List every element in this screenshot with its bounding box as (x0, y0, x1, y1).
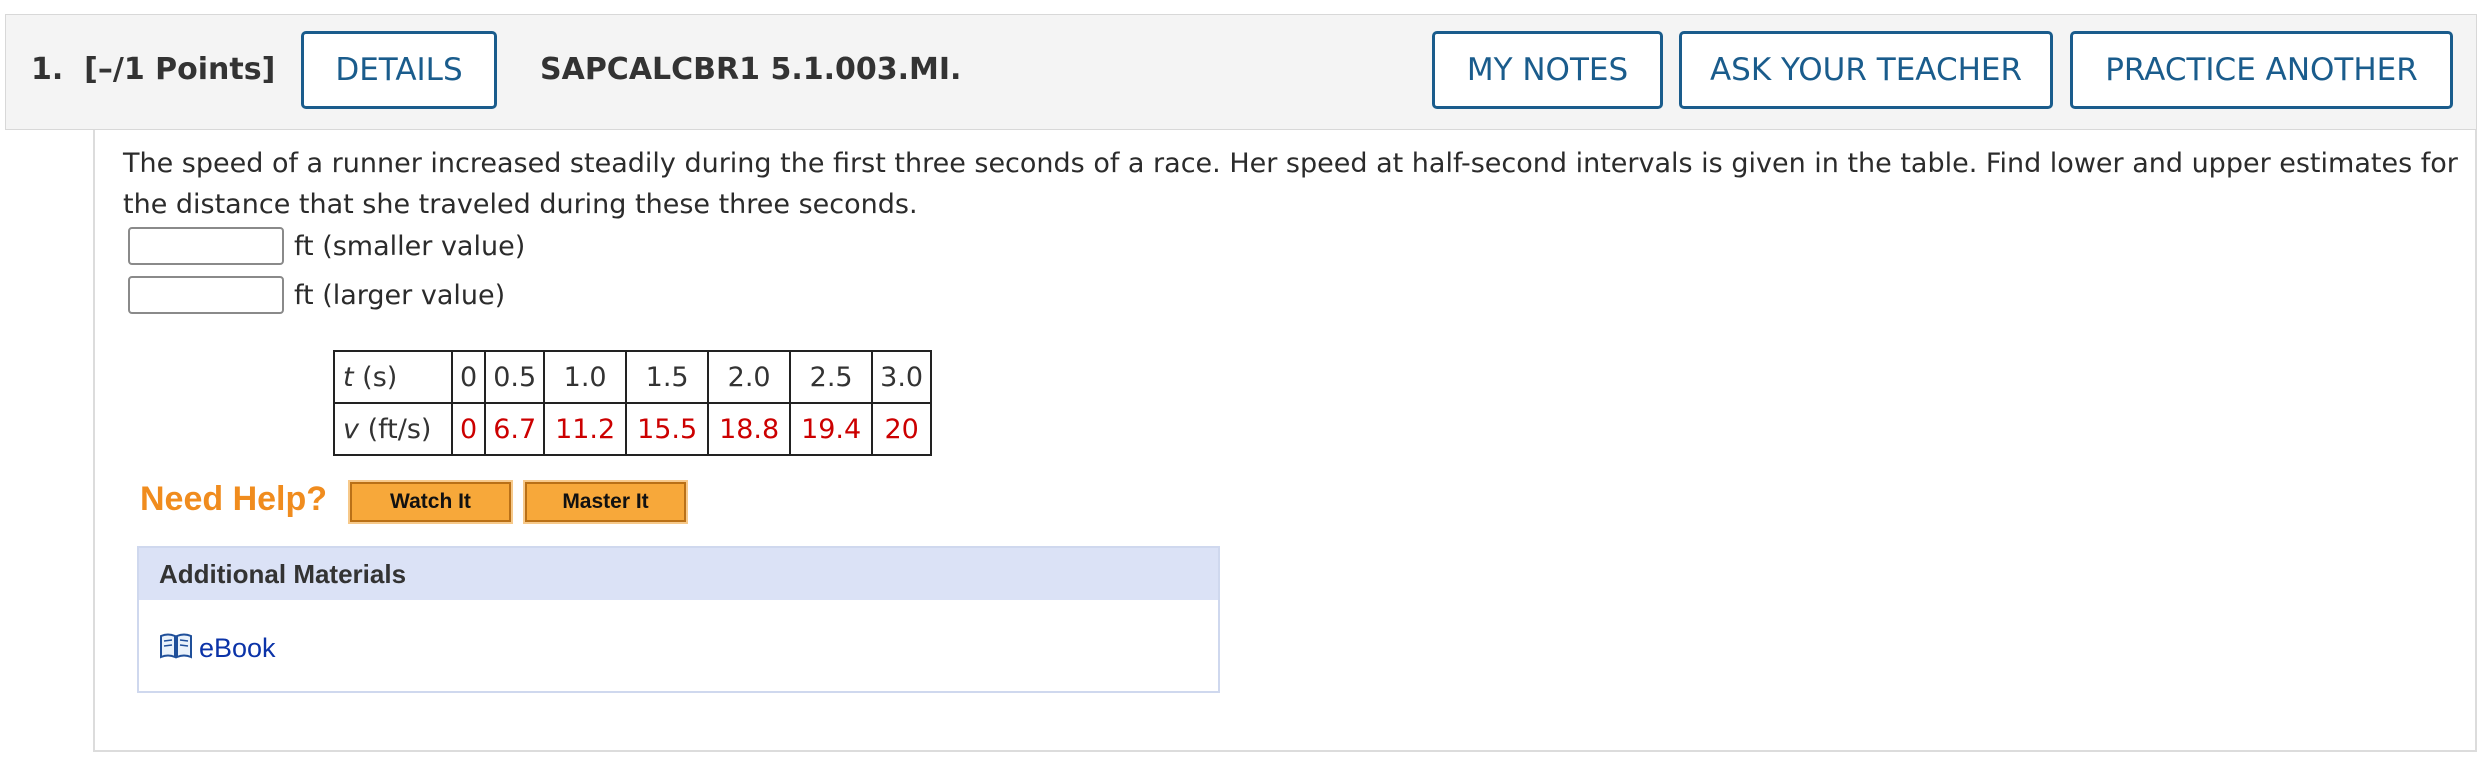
practice-another-button[interactable]: PRACTICE ANOTHER (2070, 31, 2453, 109)
open-book-icon (159, 632, 193, 664)
speed-cell: 19.4 (789, 402, 874, 456)
larger-value-label: ft (larger value) (294, 279, 506, 311)
speed-cell: 15.5 (625, 402, 710, 456)
speed-table: t (s) 0 0.5 1.0 1.5 2.0 2.5 3.0 v (ft/s)… (333, 350, 933, 456)
answer-row-larger: ft (larger value) (128, 276, 505, 314)
question-number: 1. (31, 52, 64, 87)
points-label: [–/1 Points] (84, 52, 276, 87)
time-cell: 0 (450, 350, 487, 404)
smaller-value-input[interactable] (128, 227, 284, 265)
time-cell: 3.0 (871, 350, 933, 404)
larger-value-input[interactable] (128, 276, 284, 314)
time-cell: 2.5 (789, 350, 874, 404)
time-cell: 2.0 (707, 350, 792, 404)
need-help-label: Need Help? (140, 480, 328, 518)
time-cell: 0.5 (484, 350, 546, 404)
speed-row-header: v (ft/s) (333, 402, 453, 456)
my-notes-button[interactable]: MY NOTES (1432, 31, 1663, 109)
master-it-button[interactable]: Master It (523, 480, 688, 524)
speed-row: v (ft/s) 0 6.7 11.2 15.5 18.8 19.4 20 (333, 402, 933, 456)
answer-row-smaller: ft (smaller value) (128, 227, 525, 265)
speed-cell: 20 (871, 402, 933, 456)
problem-code: SAPCALCBR1 5.1.003.MI. (540, 52, 962, 87)
speed-cell: 11.2 (543, 402, 628, 456)
additional-materials-title: Additional Materials (139, 548, 1218, 600)
question-prompt: The speed of a runner increased steadily… (123, 148, 2458, 220)
additional-materials-panel: Additional Materials eBook (137, 546, 1220, 693)
time-row: t (s) 0 0.5 1.0 1.5 2.0 2.5 3.0 (333, 350, 933, 404)
speed-cell: 18.8 (707, 402, 792, 456)
time-cell: 1.5 (625, 350, 710, 404)
time-row-header: t (s) (333, 350, 453, 404)
ebook-link[interactable]: eBook (159, 632, 276, 664)
speed-cell: 0 (450, 402, 487, 456)
smaller-value-label: ft (smaller value) (294, 230, 526, 262)
ask-your-teacher-button[interactable]: ASK YOUR TEACHER (1679, 31, 2053, 109)
speed-cell: 6.7 (484, 402, 546, 456)
ebook-label[interactable]: eBook (199, 633, 276, 664)
time-cell: 1.0 (543, 350, 628, 404)
question-number-points: 1. [–/1 Points] (31, 52, 275, 87)
watch-it-button[interactable]: Watch It (348, 480, 513, 524)
details-button[interactable]: DETAILS (301, 31, 497, 109)
